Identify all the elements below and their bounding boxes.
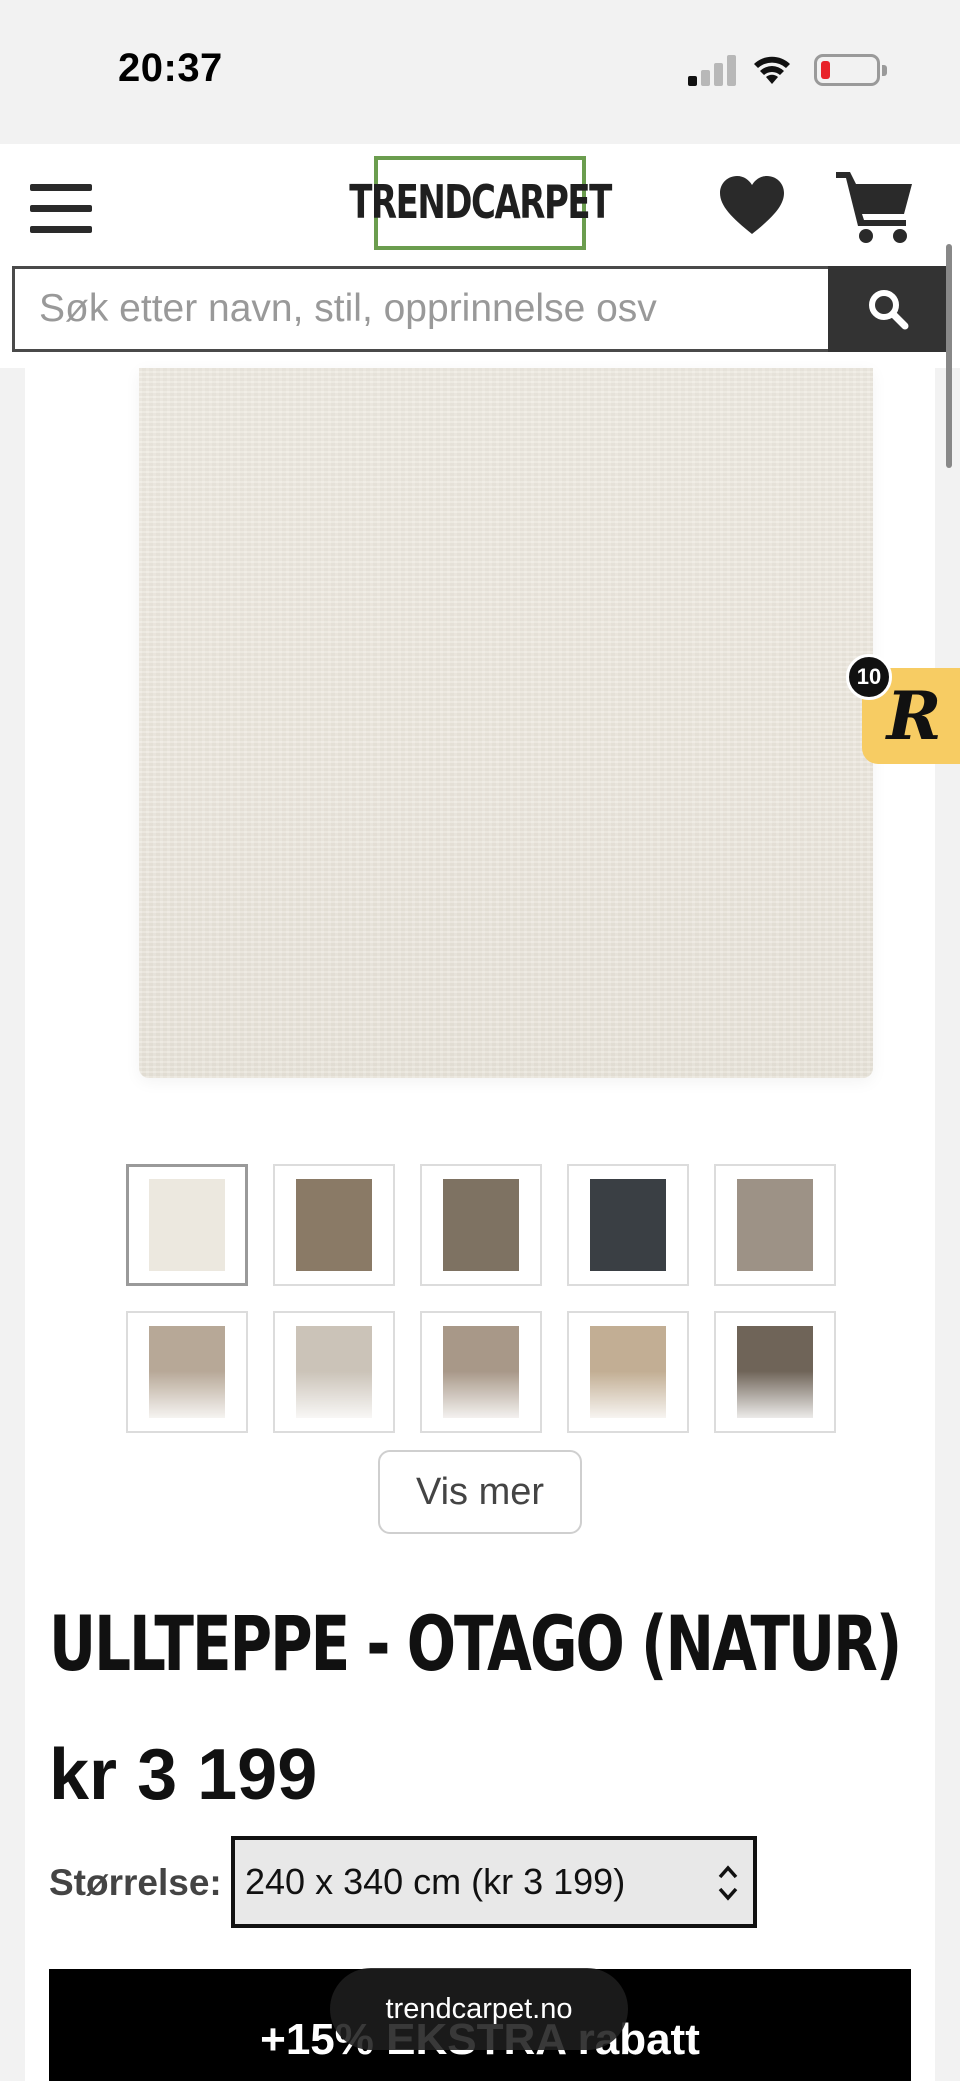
rewards-count-badge: 10 (846, 654, 892, 700)
status-bar: 20:37 (0, 0, 960, 144)
thumbnail-image (149, 1326, 225, 1418)
rewards-logo-icon: R (886, 677, 942, 755)
thumbnail-image (296, 1179, 372, 1271)
thumbnail-image (443, 1326, 519, 1418)
thumbnail-6[interactable] (126, 1311, 248, 1433)
thumbnail-image (296, 1326, 372, 1418)
page-scrollbar[interactable] (946, 244, 952, 468)
thumbnail-9[interactable] (567, 1311, 689, 1433)
hamburger-menu-icon[interactable] (30, 184, 92, 234)
product-price: kr 3 199 (49, 1735, 318, 1815)
search-bar (12, 266, 948, 352)
product-content: Vis mer ULLTEPPE - OTAGO (NATUR) kr 3 19… (25, 368, 935, 2081)
wifi-icon (754, 56, 790, 84)
thumbnail-2[interactable] (273, 1164, 395, 1286)
thumbnail-5[interactable] (714, 1164, 836, 1286)
thumbnail-image (149, 1179, 225, 1271)
product-main-image[interactable] (139, 368, 873, 1078)
size-selected-value: 240 x 340 cm (kr 3 199) (245, 1861, 626, 1902)
battery-icon (814, 54, 887, 86)
thumbnail-10[interactable] (714, 1311, 836, 1433)
thumbnail-1[interactable] (126, 1164, 248, 1286)
search-button[interactable] (828, 266, 948, 352)
thumbnail-4[interactable] (567, 1164, 689, 1286)
site-header: TRENDCARPET (0, 144, 960, 368)
browser-url-pill[interactable]: trendcarpet.no (330, 1968, 628, 2050)
site-logo[interactable]: TRENDCARPET (349, 156, 612, 250)
search-input[interactable] (12, 266, 828, 352)
thumbnail-image (590, 1179, 666, 1271)
wishlist-heart-icon[interactable] (718, 174, 786, 238)
thumbnail-image (443, 1179, 519, 1271)
page: 20:37 TRENDCARPET Søk etter navn, stil, … (0, 0, 960, 2081)
show-more-button[interactable]: Vis mer (378, 1450, 582, 1534)
thumbnail-image (737, 1326, 813, 1418)
size-label: Størrelse: (49, 1862, 222, 1903)
cellular-signal-icon (688, 54, 738, 86)
size-select[interactable]: 240 x 340 cm (kr 3 199) (231, 1836, 757, 1928)
thumbnail-image (590, 1326, 666, 1418)
thumbnail-7[interactable] (273, 1311, 395, 1433)
search-icon (869, 290, 909, 330)
logo-text: TRENDCARPET (349, 176, 612, 230)
product-title: ULLTEPPE - OTAGO (NATUR) (49, 1600, 902, 1689)
thumbnail-8[interactable] (420, 1311, 542, 1433)
status-time: 20:37 (118, 46, 223, 90)
battery-level (821, 61, 830, 79)
shopping-cart-icon[interactable] (834, 166, 916, 246)
select-chevron-icon (718, 1865, 738, 1901)
thumbnail-image (737, 1179, 813, 1271)
thumbnail-3[interactable] (420, 1164, 542, 1286)
